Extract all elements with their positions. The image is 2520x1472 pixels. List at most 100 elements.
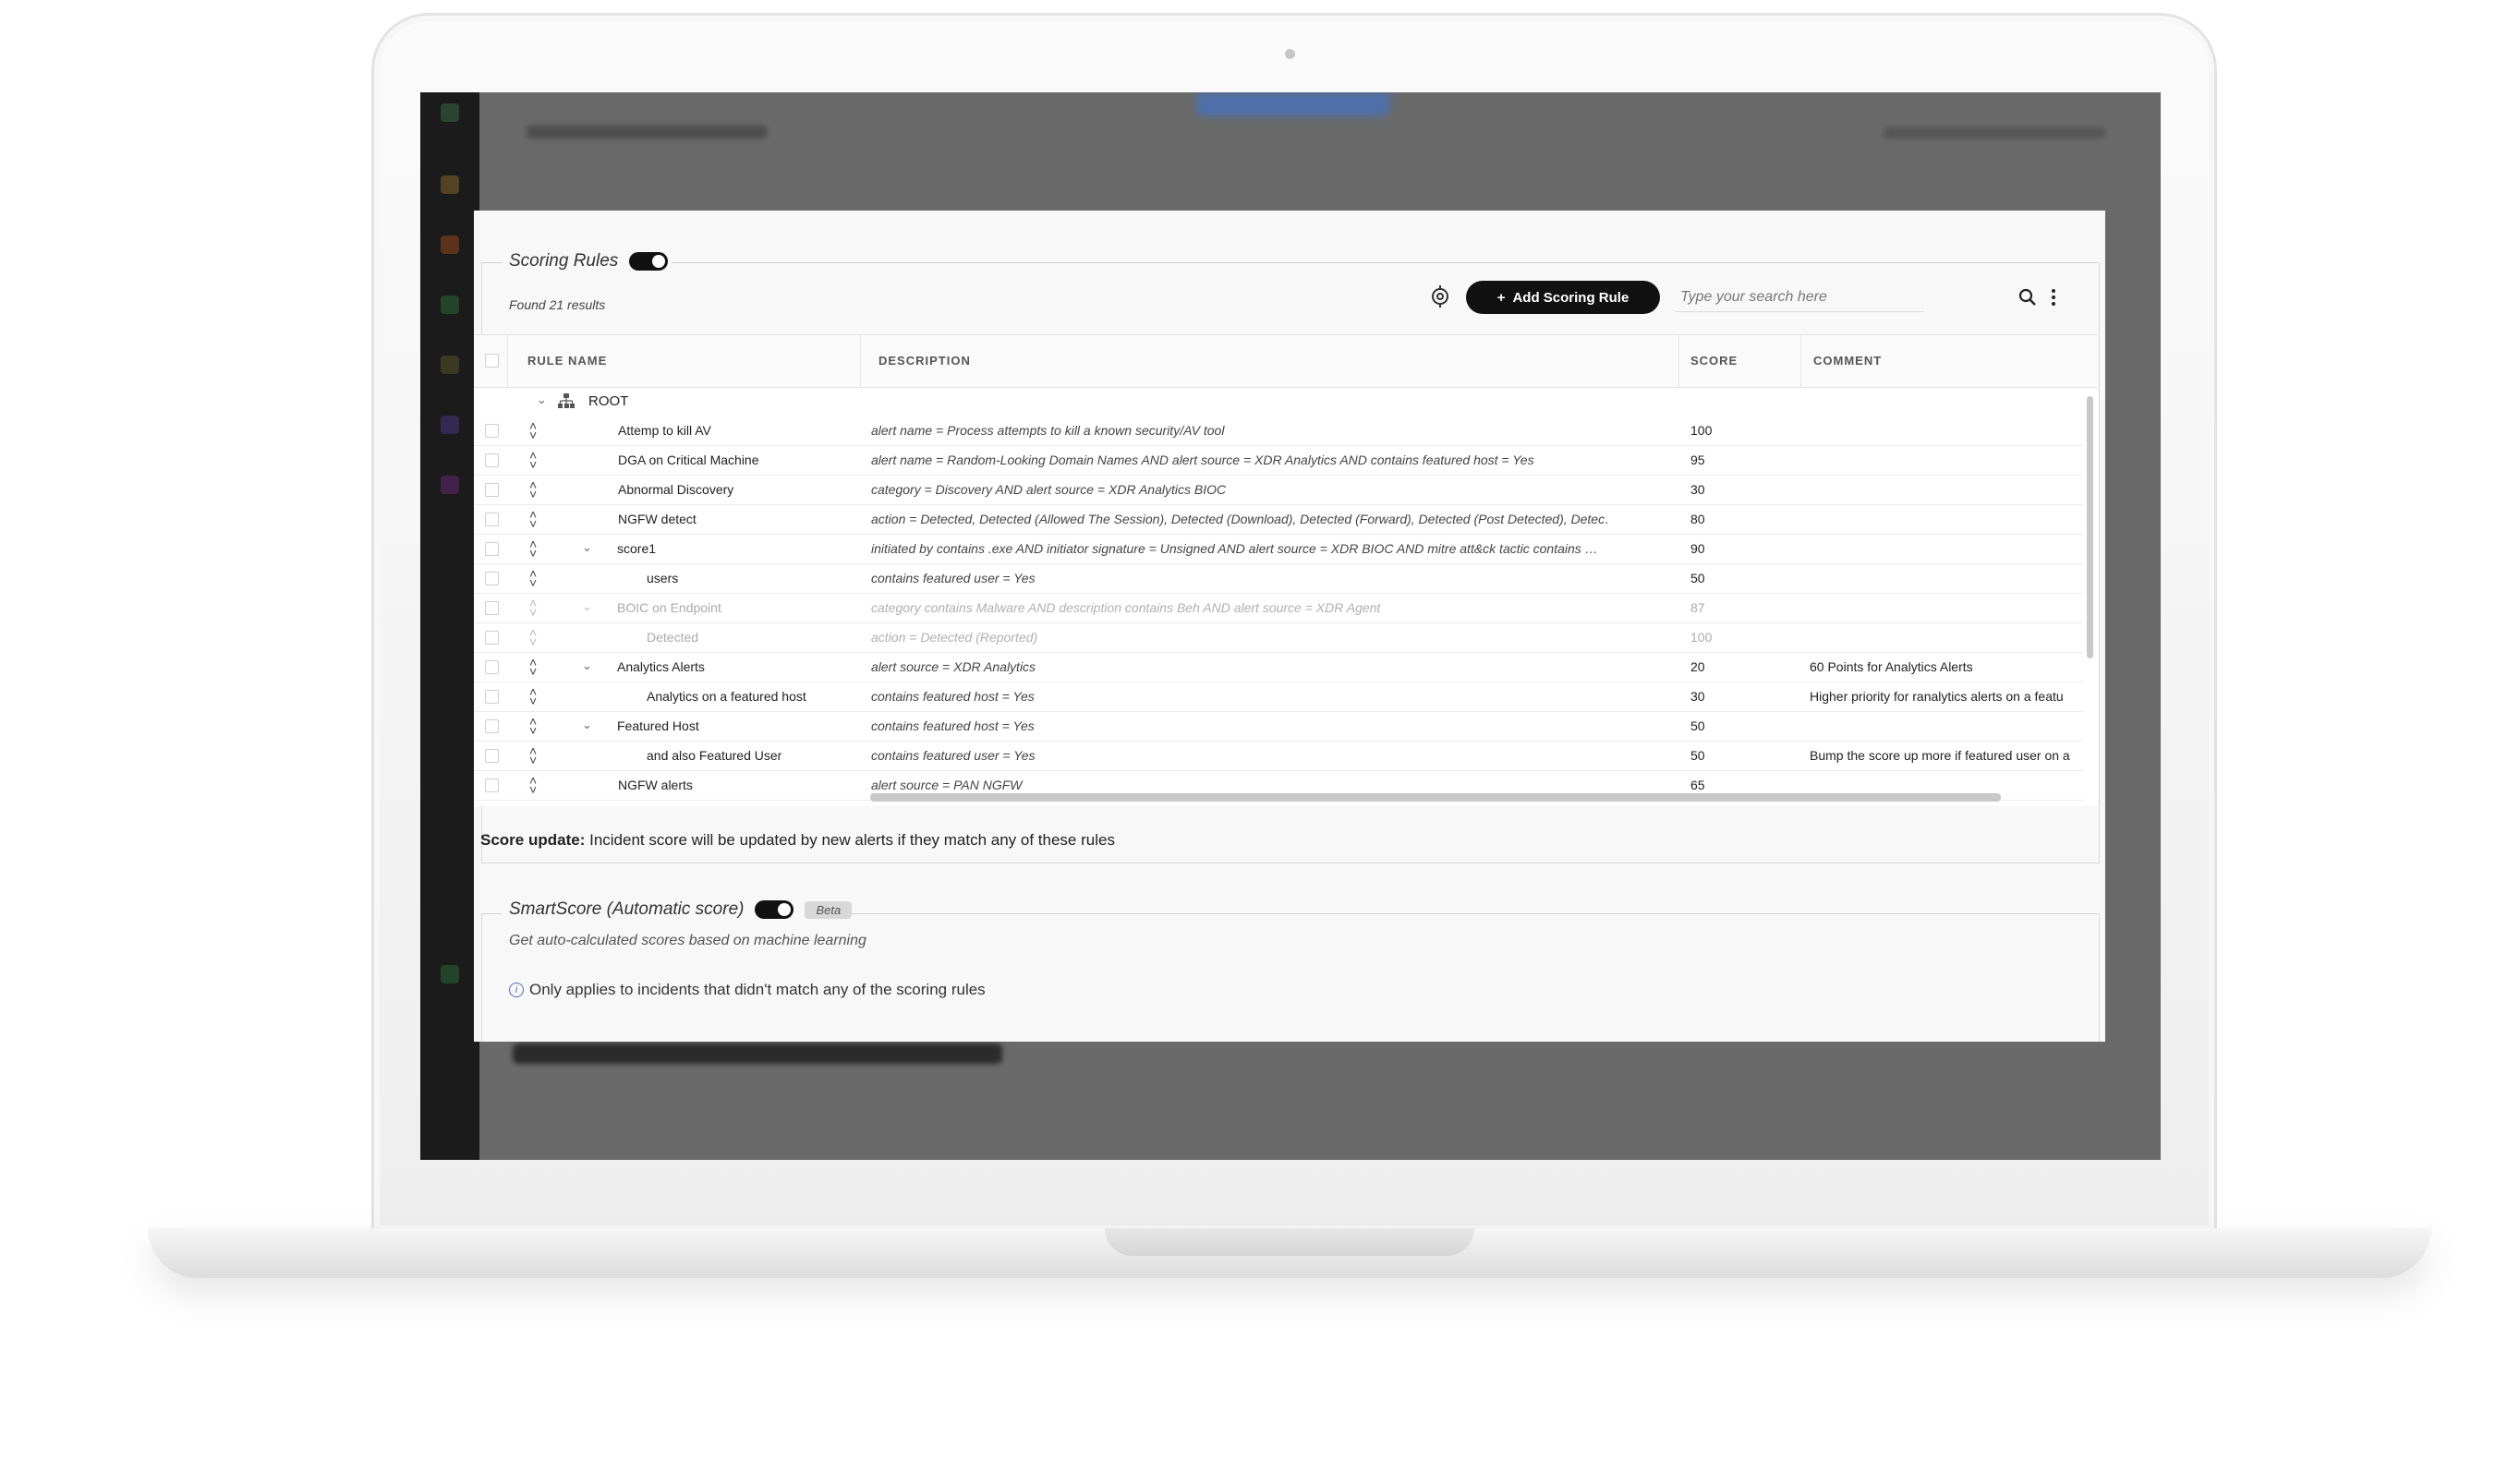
drag-handle-icon[interactable]: ˄ ˅: [529, 685, 537, 707]
drag-handle-icon[interactable]: ˄ ˅: [529, 478, 537, 501]
chevron-down-icon[interactable]: ⌄: [582, 599, 592, 614]
chevron-down-icon[interactable]: ⌄: [582, 718, 592, 732]
row-checkbox[interactable]: [485, 719, 499, 733]
sidebar-icon: [441, 356, 459, 374]
drag-handle-icon[interactable]: ˄ ˅: [529, 508, 537, 530]
rule-comment: Bump the score up more if featured user …: [1810, 748, 2070, 763]
rule-description: category contains Malware AND descriptio…: [871, 600, 1381, 615]
sidebar-icon: [441, 296, 459, 314]
sidebar-icon: [441, 235, 459, 254]
table-row[interactable]: ˄ ˅ Abnormal Discovery category = Discove…: [474, 476, 2083, 505]
row-checkbox[interactable]: [485, 631, 499, 645]
drag-handle-icon[interactable]: ˄ ˅: [529, 744, 537, 766]
add-scoring-rule-button[interactable]: + Add Scoring Rule: [1466, 281, 1660, 314]
row-checkbox[interactable]: [485, 513, 499, 526]
rule-name: Detected: [647, 630, 699, 645]
smartscore-note-text: Only applies to incidents that didn't ma…: [529, 981, 986, 998]
smartscore-subtitle: Get auto-calculated scores based on mach…: [509, 933, 866, 948]
laptop-notch: [1105, 1228, 1474, 1256]
drag-handle-icon[interactable]: ˄ ˅: [529, 656, 537, 678]
table-row[interactable]: ˄ ˅ ⌄ Featured Host contains featured hos…: [474, 712, 2083, 742]
rule-comment: Higher priority for ranalytics alerts on…: [1810, 689, 2064, 704]
blurred-header-controls: [1884, 127, 2105, 139]
row-checkbox[interactable]: [485, 483, 499, 497]
row-checkbox[interactable]: [485, 690, 499, 704]
table-row[interactable]: ˄ ˅ NGFW detect action = Detected, Detect…: [474, 505, 2083, 535]
rule-name: and also Featured User: [647, 748, 782, 763]
info-icon: i: [509, 983, 524, 997]
column-description[interactable]: DESCRIPTION: [878, 354, 971, 368]
rule-description: action = Detected (Reported): [871, 630, 1038, 645]
rule-name: DGA on Critical Machine: [618, 452, 759, 467]
row-checkbox[interactable]: [485, 542, 499, 556]
drag-handle-icon[interactable]: ˄ ˅: [529, 567, 537, 589]
column-divider: [860, 335, 861, 387]
column-divider: [1678, 335, 1679, 387]
row-checkbox[interactable]: [485, 424, 499, 438]
sidebar-icon: [441, 175, 459, 194]
table-row[interactable]: ˄ ˅ and also Featured User contains featu…: [474, 742, 2083, 771]
horizontal-scrollbar[interactable]: [870, 793, 2001, 802]
section-divider: [481, 913, 502, 914]
drag-handle-icon[interactable]: ˄ ˅: [529, 626, 537, 648]
rule-score: 87: [1690, 600, 1705, 615]
blurred-title: [527, 126, 767, 139]
table-row[interactable]: ˄ ˅ ⌄ score1 initiated by contains .exe A…: [474, 535, 2083, 564]
rule-name: users: [647, 571, 679, 585]
score-update-text: Incident score will be updated by new al…: [589, 831, 1115, 849]
select-all-checkbox[interactable]: [485, 354, 499, 368]
rule-name: NGFW detect: [618, 512, 697, 526]
rule-score: 20: [1690, 659, 1705, 674]
column-divider: [1800, 335, 1801, 387]
vertical-scrollbar[interactable]: [2087, 396, 2093, 658]
beta-badge: Beta: [805, 900, 853, 919]
search-icon[interactable]: [2018, 288, 2037, 307]
row-checkbox[interactable]: [485, 453, 499, 467]
root-row[interactable]: ⌄ ROOT: [474, 387, 2098, 416]
rule-description: contains featured host = Yes: [871, 689, 1035, 704]
scoring-rules-toggle[interactable]: [629, 252, 669, 271]
drag-handle-icon[interactable]: ˄ ˅: [529, 774, 537, 796]
app-logo-icon: [441, 103, 459, 122]
row-checkbox[interactable]: [485, 572, 499, 585]
table-row[interactable]: ˄ ˅ DGA on Critical Machine alert name = …: [474, 446, 2083, 476]
table-row[interactable]: ˄ ˅ Attemp to kill AV alert name = Proces…: [474, 416, 2083, 446]
drag-handle-icon[interactable]: ˄ ˅: [529, 449, 537, 471]
column-score[interactable]: SCORE: [1690, 354, 1738, 368]
row-checkbox[interactable]: [485, 749, 499, 763]
rule-description: action = Detected, Detected (Allowed The…: [871, 512, 1610, 526]
section-divider: [672, 262, 2098, 263]
table-row-disabled[interactable]: ˄ ˅ Detected action = Detected (Reported)…: [474, 623, 2083, 653]
rule-name: Analytics on a featured host: [647, 689, 806, 704]
drag-handle-icon[interactable]: ˄ ˅: [529, 537, 537, 560]
scoring-rules-header: Scoring Rules: [509, 251, 669, 271]
column-rule-name[interactable]: RULE NAME: [527, 354, 607, 368]
table-row-disabled[interactable]: ˄ ˅ ⌄ BOIC on Endpoint category contains …: [474, 594, 2083, 623]
table-row[interactable]: ˄ ˅ users contains featured user = Yes 50: [474, 564, 2083, 594]
drag-handle-icon[interactable]: ˄ ˅: [529, 419, 537, 441]
drag-handle-icon[interactable]: ˄ ˅: [529, 715, 537, 737]
search-input[interactable]: [1675, 283, 1924, 312]
score-update-label: Score update:: [480, 831, 586, 849]
rule-name: Abnormal Discovery: [618, 482, 734, 497]
chevron-down-icon[interactable]: ⌄: [582, 658, 592, 673]
table-row[interactable]: ˄ ˅ Analytics on a featured host contains…: [474, 682, 2083, 712]
section-divider: [848, 913, 2098, 914]
rule-score: 95: [1690, 452, 1705, 467]
row-checkbox[interactable]: [485, 778, 499, 792]
more-options-icon[interactable]: [2050, 288, 2057, 307]
sidebar-icon: [441, 476, 459, 494]
rule-name: NGFW alerts: [618, 778, 693, 792]
rule-score: 90: [1690, 541, 1705, 556]
table-row[interactable]: ˄ ˅ ⌄ Analytics Alerts alert source = XDR…: [474, 653, 2083, 682]
row-checkbox[interactable]: [485, 601, 499, 615]
smartscore-toggle[interactable]: [755, 900, 794, 919]
rule-score: 50: [1690, 571, 1705, 585]
column-comment[interactable]: COMMENT: [1813, 354, 1882, 368]
refresh-icon[interactable]: [1428, 284, 1452, 308]
rule-score: 30: [1690, 689, 1705, 704]
drag-handle-icon[interactable]: ˄ ˅: [529, 597, 537, 619]
chevron-down-icon[interactable]: ⌄: [537, 392, 547, 407]
chevron-down-icon[interactable]: ⌄: [582, 540, 592, 555]
row-checkbox[interactable]: [485, 660, 499, 674]
